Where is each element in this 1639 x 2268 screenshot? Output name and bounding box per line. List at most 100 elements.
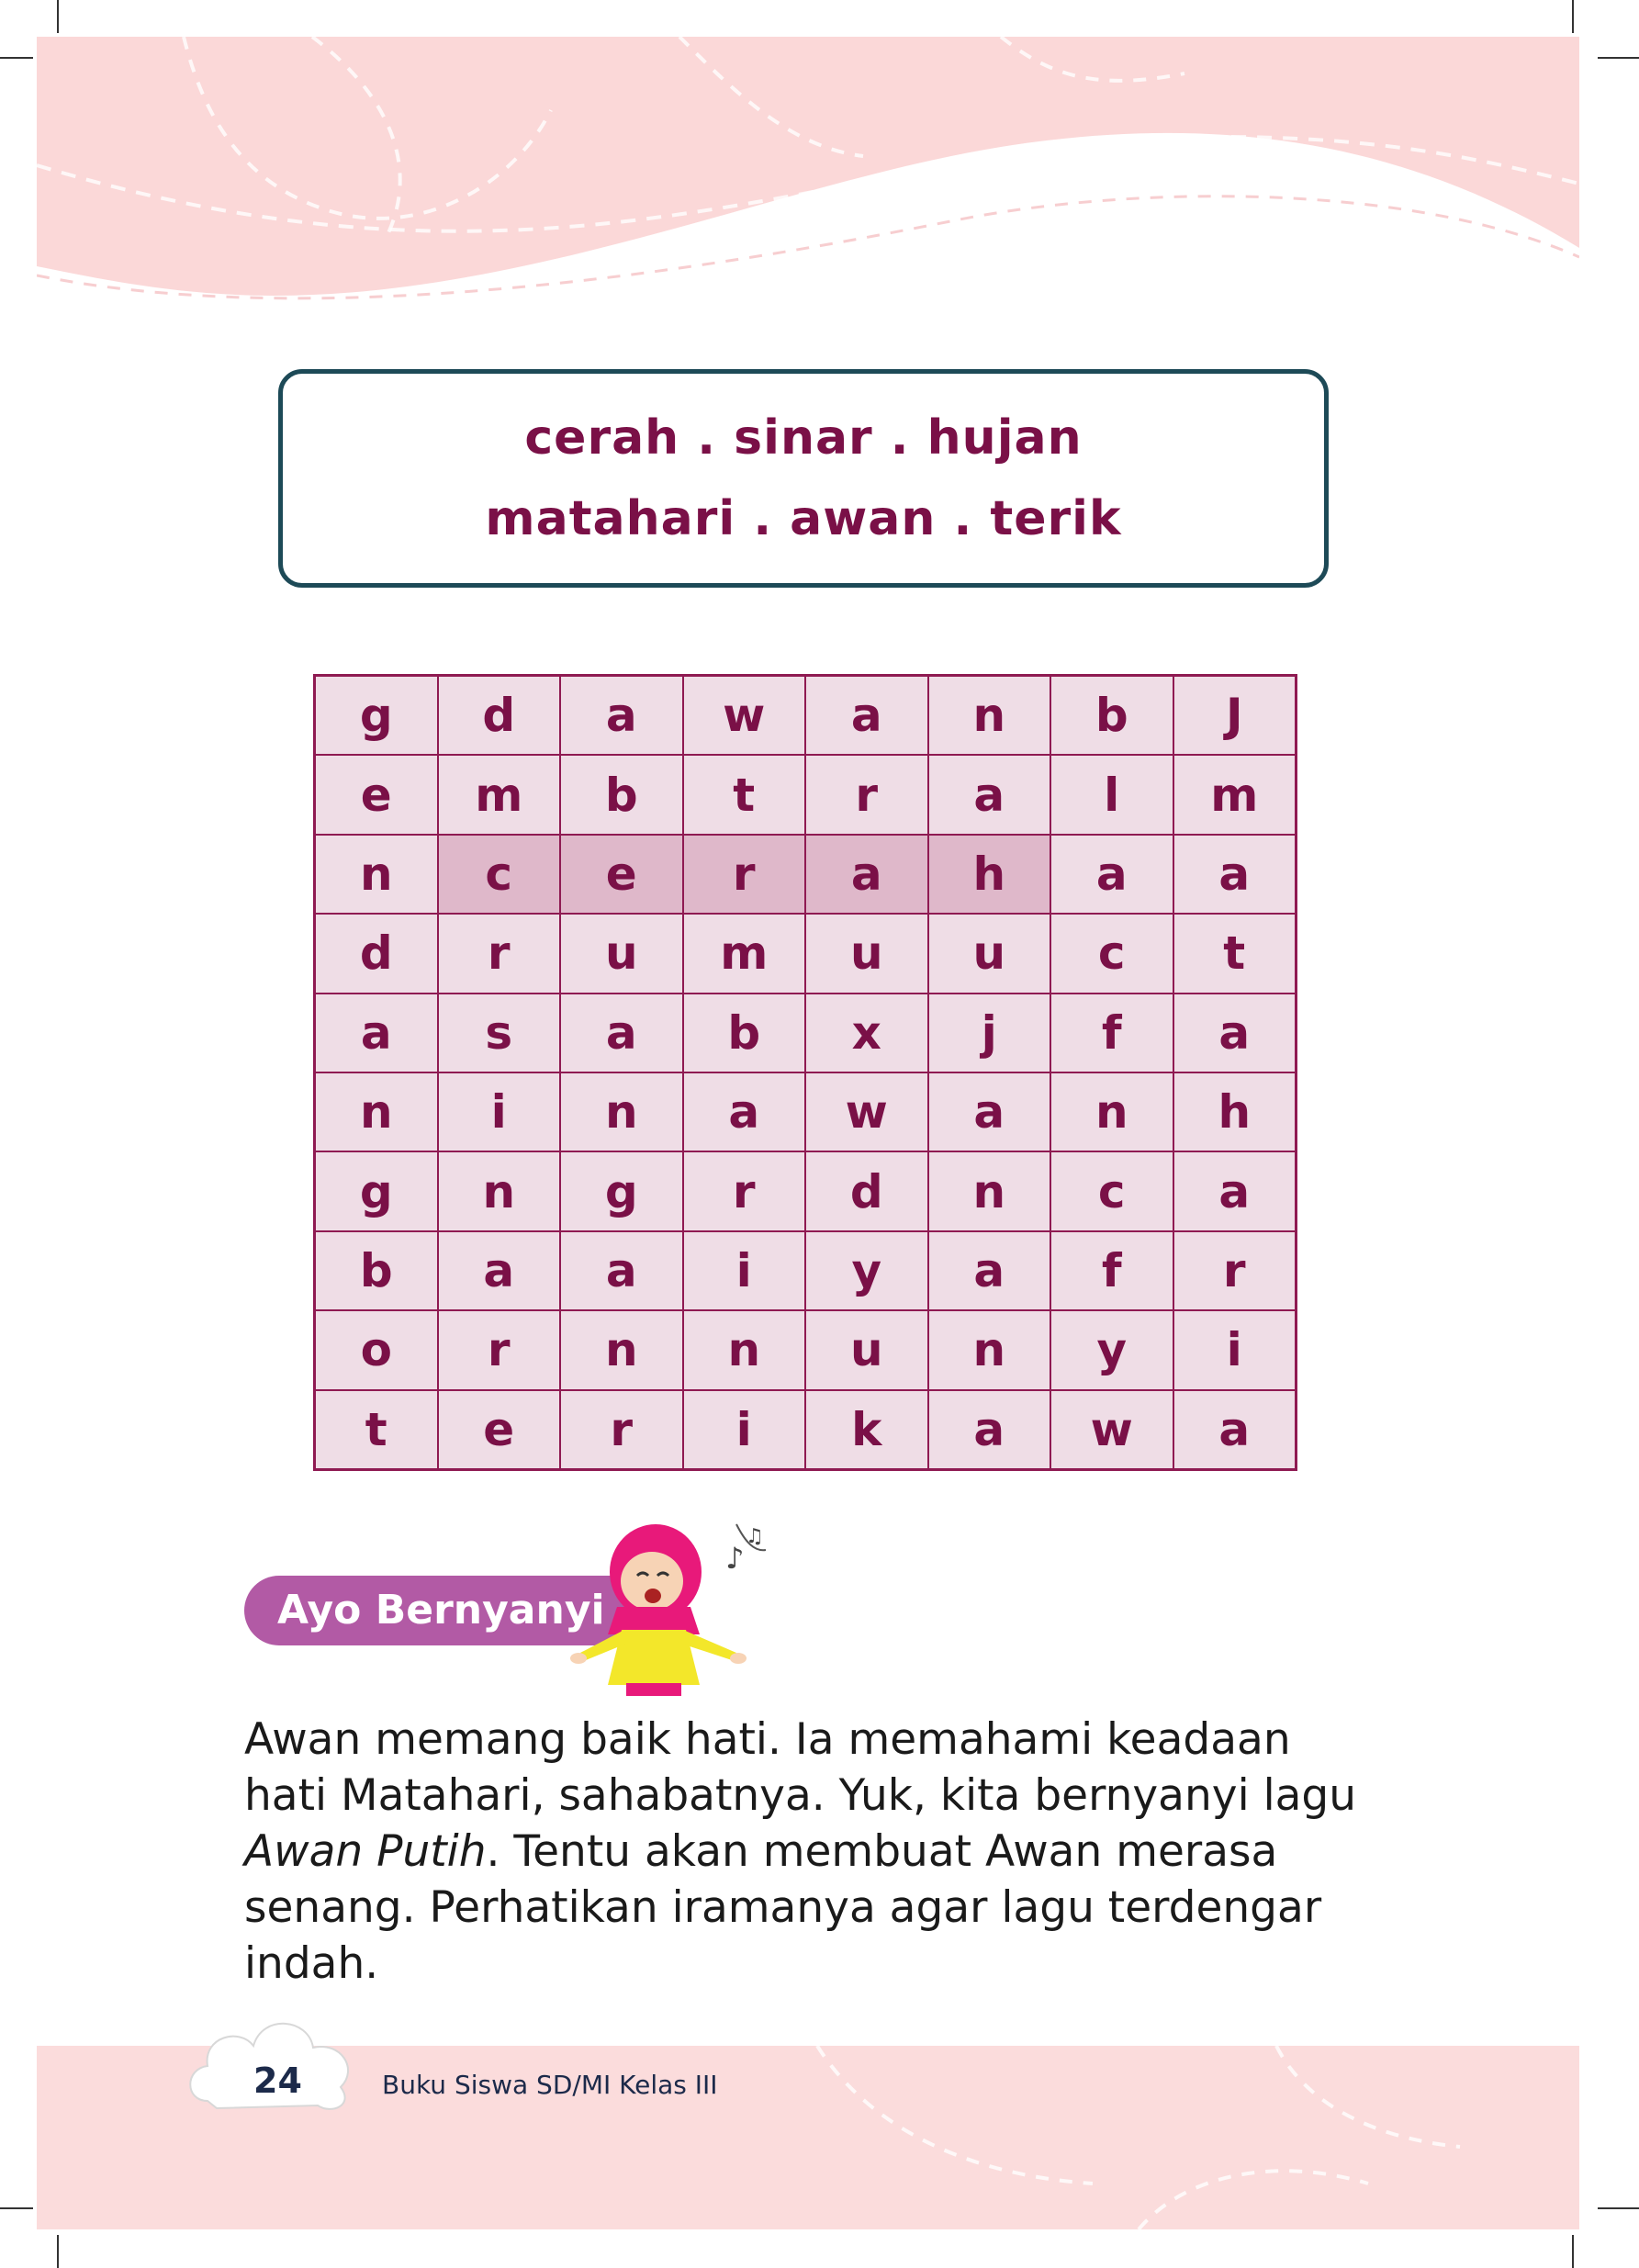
grid-cell: a xyxy=(805,676,928,756)
grid-cell: a xyxy=(927,1230,1050,1311)
crop-mark xyxy=(1598,2207,1639,2209)
music-note-icon: ♪ xyxy=(725,1541,744,1576)
grid-cell: u xyxy=(805,914,928,994)
grid-cell: a xyxy=(560,1230,683,1311)
grid-cell: m xyxy=(437,755,560,835)
grid-cell: x xyxy=(805,993,928,1072)
grid-cell: i xyxy=(682,1230,805,1311)
grid-cell: e xyxy=(437,1389,560,1469)
grid-cell: y xyxy=(805,1230,928,1311)
grid-cell: r xyxy=(805,755,928,835)
crop-mark xyxy=(0,2207,33,2209)
grid-cell: n xyxy=(560,1072,683,1152)
grid-cell: k xyxy=(805,1389,928,1469)
grid-cell: c xyxy=(1050,914,1173,994)
grid-cell: w xyxy=(682,676,805,756)
grid-cell: a xyxy=(1173,1151,1296,1231)
grid-cell: n xyxy=(315,1072,438,1152)
grid-cell: t xyxy=(682,755,805,835)
song-title: Awan Putih xyxy=(244,1826,487,1877)
grid-cell: d xyxy=(315,914,438,994)
page-number: 24 xyxy=(253,2060,302,2101)
crop-mark xyxy=(0,57,33,59)
grid-cell: n xyxy=(927,1151,1050,1231)
grid-cell: t xyxy=(1173,914,1296,994)
grid-cell: g xyxy=(315,676,438,756)
grid-cell: b xyxy=(315,1230,438,1311)
grid-cell: a xyxy=(1173,1389,1296,1469)
cloud-shape xyxy=(189,2022,350,2110)
book-title: Buku Siswa SD/MI Kelas III xyxy=(382,2070,718,2100)
grid-cell: m xyxy=(1173,755,1296,835)
grid-cell: n xyxy=(927,1310,1050,1390)
grid-cell: a xyxy=(560,993,683,1072)
grid-cell: b xyxy=(1050,676,1173,756)
grid-cell: t xyxy=(315,1389,438,1469)
grid-cell: i xyxy=(437,1072,560,1152)
grid-cell: r xyxy=(682,1151,805,1231)
grid-cell: a xyxy=(1173,834,1296,915)
grid-cell: d xyxy=(437,676,560,756)
grid-cell: a xyxy=(560,676,683,756)
crop-mark xyxy=(57,0,59,33)
grid-cell: s xyxy=(437,993,560,1072)
grid-cell: u xyxy=(805,1310,928,1390)
grid-cell: e xyxy=(560,834,683,915)
grid-cell: w xyxy=(805,1072,928,1152)
grid-cell: o xyxy=(315,1310,438,1390)
crop-mark xyxy=(57,2235,59,2268)
grid-cell: c xyxy=(437,834,560,915)
grid-cell: w xyxy=(1050,1389,1173,1469)
grid-cell: l xyxy=(1050,755,1173,835)
grid-cell: r xyxy=(682,834,805,915)
grid-cell: i xyxy=(682,1389,805,1469)
grid-cell: a xyxy=(437,1230,560,1311)
story-paragraph: Awan memang baik hati. Ia memahami keada… xyxy=(244,1712,1383,1992)
crop-mark xyxy=(1572,0,1574,33)
grid-cell: n xyxy=(682,1310,805,1390)
grid-cell: y xyxy=(1050,1310,1173,1390)
grid-cell: u xyxy=(560,914,683,994)
grid-cell: d xyxy=(805,1151,928,1231)
grid-cell: a xyxy=(927,1389,1050,1469)
grid-cell: h xyxy=(927,834,1050,915)
grid-cell: a xyxy=(805,834,928,915)
grid-cell: b xyxy=(682,993,805,1072)
grid-cell: a xyxy=(682,1072,805,1152)
grid-cell: h xyxy=(1173,1072,1296,1152)
paragraph-text: Awan memang baik hati. Ia memahami keada… xyxy=(244,1714,1357,1821)
grid-cell: u xyxy=(927,914,1050,994)
singing-girl-illustration: ♪ ♫ xyxy=(570,1523,767,1696)
svg-text:♫: ♫ xyxy=(746,1525,764,1548)
grid-cell: r xyxy=(560,1389,683,1469)
grid-cell: a xyxy=(1173,993,1296,1072)
grid-cell: n xyxy=(927,676,1050,756)
grid-cell: a xyxy=(315,993,438,1072)
grid-cell: a xyxy=(927,1072,1050,1152)
grid-cell: J xyxy=(1173,676,1296,756)
grid-cell: a xyxy=(1050,834,1173,915)
grid-cell: g xyxy=(315,1151,438,1231)
grid-cell: e xyxy=(315,755,438,835)
grid-cell: r xyxy=(437,914,560,994)
grid-cell: m xyxy=(682,914,805,994)
word-list-line-1: cerah . sinar . hujan xyxy=(524,410,1083,466)
grid-cell: n xyxy=(560,1310,683,1390)
grid-cell: j xyxy=(927,993,1050,1072)
grid-cell: r xyxy=(437,1310,560,1390)
grid-cell: b xyxy=(560,755,683,835)
word-search-grid: gdawanbJembtralmncerahaadrumuuctasabxjfa… xyxy=(313,674,1297,1471)
word-list-line-2: matahari . awan . terik xyxy=(485,491,1122,546)
word-list-box: cerah . sinar . hujan matahari . awan . … xyxy=(278,369,1329,588)
grid-cell: n xyxy=(437,1151,560,1231)
header-decoration xyxy=(37,37,1579,300)
grid-cell: n xyxy=(1050,1072,1173,1152)
grid-cell: g xyxy=(560,1151,683,1231)
grid-cell: c xyxy=(1050,1151,1173,1231)
grid-cell: f xyxy=(1050,993,1173,1072)
crop-mark xyxy=(1598,57,1639,59)
grid-cell: f xyxy=(1050,1230,1173,1311)
grid-cell: i xyxy=(1173,1310,1296,1390)
grid-cell: r xyxy=(1173,1230,1296,1311)
grid-cell: n xyxy=(315,834,438,915)
